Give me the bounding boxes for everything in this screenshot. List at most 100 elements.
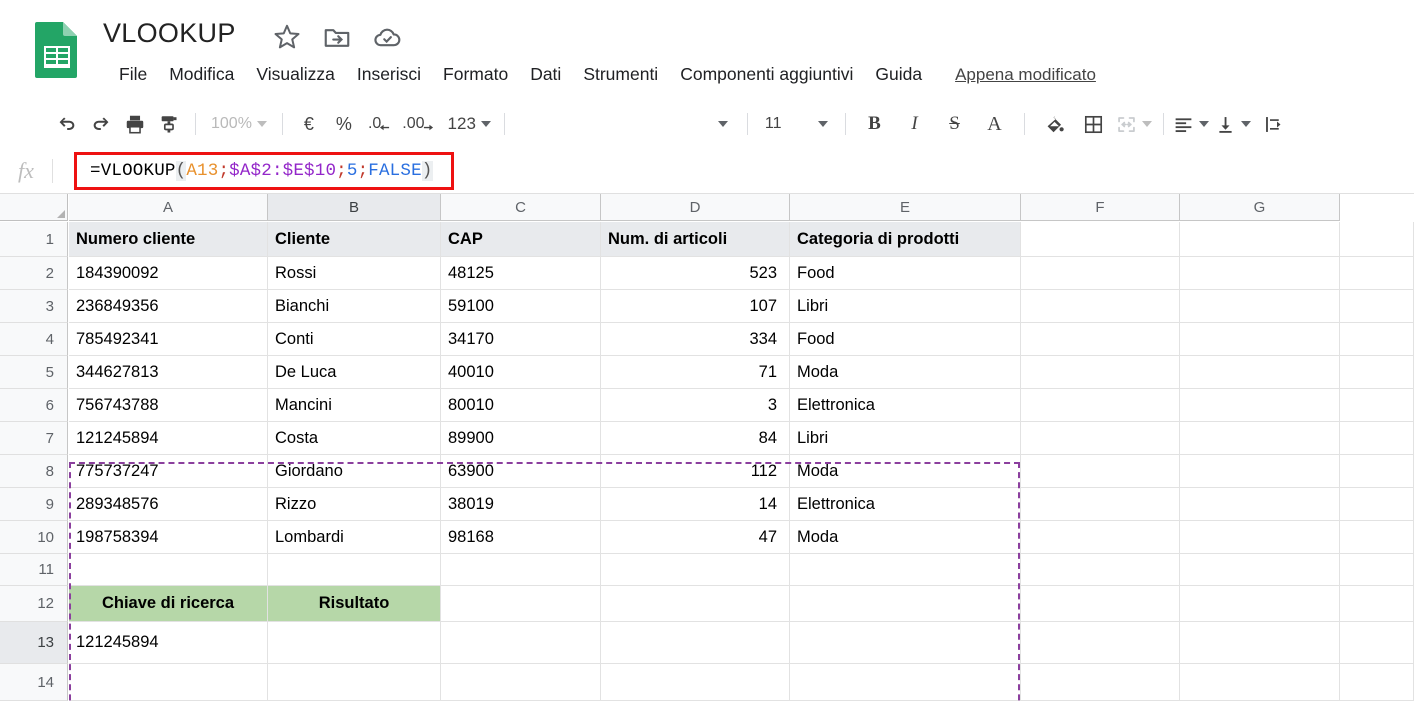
row-header-1[interactable]: 1 <box>0 222 68 257</box>
grid-cell-empty[interactable] <box>1340 455 1414 488</box>
text-wrapping-button[interactable] <box>1257 107 1291 141</box>
text-color-button[interactable]: A <box>975 107 1015 141</box>
table-row[interactable]: 3 <box>601 389 790 422</box>
grid-cell-empty[interactable] <box>1340 586 1414 622</box>
table-row[interactable]: 47 <box>601 521 790 554</box>
grid-cell-empty[interactable] <box>1180 257 1340 290</box>
grid-cell-empty[interactable] <box>69 554 268 586</box>
merge-cells-button[interactable] <box>1114 107 1154 141</box>
grid-cell-empty[interactable] <box>1021 622 1180 664</box>
bold-button[interactable]: B <box>855 107 895 141</box>
grid-cell-empty[interactable] <box>1180 290 1340 323</box>
font-family-selector[interactable] <box>704 107 738 141</box>
column-header-c[interactable]: C <box>441 194 601 221</box>
grid-cell-empty[interactable] <box>601 554 790 586</box>
table-row[interactable]: 34170 <box>441 323 601 356</box>
column-header-f[interactable]: F <box>1021 194 1180 221</box>
table-row[interactable]: 48125 <box>441 257 601 290</box>
table-row[interactable]: 40010 <box>441 356 601 389</box>
table-header-cell[interactable]: Cliente <box>268 222 441 257</box>
menu-item-formato[interactable]: Formato <box>432 62 519 87</box>
grid-cell-empty[interactable] <box>1180 356 1340 389</box>
move-to-folder-icon[interactable] <box>322 22 352 52</box>
table-row[interactable]: Elettronica <box>790 389 1021 422</box>
table-row[interactable]: 121245894 <box>69 422 268 455</box>
row-header-7[interactable]: 7 <box>0 422 68 455</box>
menu-item-file[interactable]: File <box>108 62 158 87</box>
grid-cell-empty[interactable] <box>1180 455 1340 488</box>
vertical-align-button[interactable] <box>1215 107 1251 141</box>
table-row[interactable]: 334 <box>601 323 790 356</box>
currency-format-button[interactable]: € <box>292 107 326 141</box>
grid-cell-empty[interactable] <box>1021 554 1180 586</box>
grid-cell-empty[interactable] <box>1340 257 1414 290</box>
grid-cell-empty[interactable] <box>1021 521 1180 554</box>
grid-cell-empty[interactable] <box>601 664 790 701</box>
row-header-10[interactable]: 10 <box>0 521 68 554</box>
row-header-9[interactable]: 9 <box>0 488 68 521</box>
table-row[interactable]: Mancini <box>268 389 441 422</box>
paint-format-button[interactable] <box>152 107 186 141</box>
grid-cell-empty[interactable] <box>1021 323 1180 356</box>
redo-button[interactable] <box>84 107 118 141</box>
grid-cell-empty[interactable] <box>790 622 1021 664</box>
grid-cell-empty[interactable] <box>1021 586 1180 622</box>
grid-cell-empty[interactable] <box>1340 554 1414 586</box>
grid-cell-empty[interactable] <box>1340 521 1414 554</box>
menu-item-guida[interactable]: Guida <box>864 62 933 87</box>
grid-cell-empty[interactable] <box>1340 323 1414 356</box>
row-header-8[interactable]: 8 <box>0 455 68 488</box>
print-button[interactable] <box>118 107 152 141</box>
grid-cell-empty[interactable] <box>268 622 441 664</box>
table-header-cell[interactable]: CAP <box>441 222 601 257</box>
grid-cell-empty[interactable] <box>1340 389 1414 422</box>
table-row[interactable]: 289348576 <box>69 488 268 521</box>
number-format-selector[interactable]: 123 <box>440 107 495 141</box>
table-row[interactable]: Elettronica <box>790 488 1021 521</box>
fill-color-button[interactable] <box>1034 107 1074 141</box>
grid-cell-empty[interactable] <box>1180 622 1340 664</box>
menu-item-strumenti[interactable]: Strumenti <box>572 62 669 87</box>
table-row[interactable]: Rossi <box>268 257 441 290</box>
table-row[interactable]: Food <box>790 257 1021 290</box>
table-row[interactable]: 84 <box>601 422 790 455</box>
strikethrough-button[interactable]: S <box>935 107 975 141</box>
table-row[interactable]: 198758394 <box>69 521 268 554</box>
grid-cell-empty[interactable] <box>441 622 601 664</box>
table-row[interactable]: 236849356 <box>69 290 268 323</box>
menu-item-componenti-aggiuntivi[interactable]: Componenti aggiuntivi <box>669 62 864 87</box>
grid-cell-empty[interactable] <box>1180 422 1340 455</box>
table-row[interactable]: Libri <box>790 422 1021 455</box>
grid-cell-empty[interactable] <box>1021 222 1180 257</box>
table-row[interactable]: 107 <box>601 290 790 323</box>
row-header-4[interactable]: 4 <box>0 323 68 356</box>
grid-cell-empty[interactable] <box>1180 521 1340 554</box>
grid-cell-empty[interactable] <box>790 554 1021 586</box>
column-header-b[interactable]: B <box>268 194 441 221</box>
grid-cell-empty[interactable] <box>1021 257 1180 290</box>
font-size-selector[interactable]: 11 <box>757 115 836 133</box>
table-row[interactable]: Rizzo <box>268 488 441 521</box>
grid-cell-empty[interactable] <box>790 664 1021 701</box>
table-row[interactable]: Moda <box>790 356 1021 389</box>
column-header-e[interactable]: E <box>790 194 1021 221</box>
menu-item-inserisci[interactable]: Inserisci <box>346 62 432 87</box>
row-header-3[interactable]: 3 <box>0 290 68 323</box>
table-row[interactable]: 89900 <box>441 422 601 455</box>
undo-button[interactable] <box>50 107 84 141</box>
table-row[interactable]: Food <box>790 323 1021 356</box>
grid-cell-empty[interactable] <box>69 664 268 701</box>
decrease-decimal-button[interactable]: .0 <box>362 107 396 141</box>
menu-item-modifica[interactable]: Modifica <box>158 62 245 87</box>
grid-cell-empty[interactable] <box>1340 290 1414 323</box>
grid-cell-empty[interactable] <box>1340 356 1414 389</box>
increase-decimal-button[interactable]: .00 <box>396 107 439 141</box>
row-header-11[interactable]: 11 <box>0 554 68 586</box>
grid-cell-empty[interactable] <box>441 554 601 586</box>
grid-cell-empty[interactable] <box>790 586 1021 622</box>
table-row[interactable]: 71 <box>601 356 790 389</box>
grid-cell-empty[interactable] <box>1340 488 1414 521</box>
grid-cell-empty[interactable] <box>601 586 790 622</box>
grid-cell-empty[interactable] <box>1340 664 1414 701</box>
table-header-cell[interactable]: Numero cliente <box>69 222 268 257</box>
